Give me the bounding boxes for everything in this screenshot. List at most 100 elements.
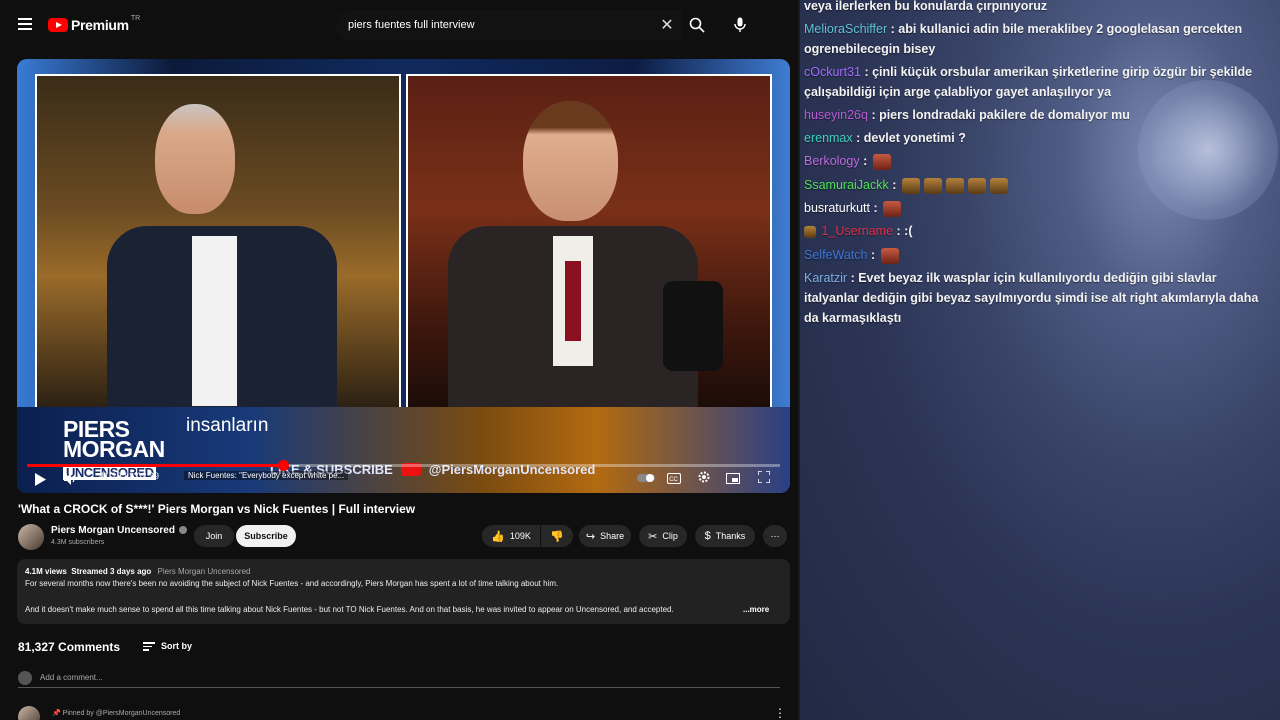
like-button[interactable]: 👍 109K [482, 525, 540, 547]
pinned-comment: 📌 Pinned by @PiersMorganUncensored ⋮ [18, 706, 786, 720]
chat-text: : [873, 201, 878, 215]
description-line-2: And it doesn't make much sense to spend … [25, 605, 674, 614]
divider [798, 0, 800, 720]
add-comment-placeholder[interactable]: Add a comment... [40, 673, 103, 682]
verified-icon [178, 526, 187, 535]
chat-username[interactable]: cOckurt31 [804, 65, 861, 79]
thanks-button[interactable]: $ Thanks [695, 525, 755, 547]
search-box[interactable]: piers fuentes full interview ✕ [336, 10, 682, 40]
description-line-1: For several months now there's been no a… [25, 579, 559, 588]
chat-username[interactable]: huseyin26q [804, 108, 868, 122]
channel-tag[interactable]: Piers Morgan Uncensored [158, 567, 251, 576]
chat-text: : çinli küçük orsbular amerikan şirketle… [804, 65, 1253, 99]
channel-name-text[interactable]: Piers Morgan Uncensored [51, 525, 175, 536]
stream-date: Streamed 3 days ago [71, 567, 152, 576]
chat-username[interactable]: Berkology [804, 154, 860, 168]
chat-username[interactable]: MelioraSchiffer [804, 22, 887, 36]
subscriber-count: 4.3M subscribers [51, 539, 105, 546]
emote-icon [989, 177, 1008, 194]
emote-icon [901, 177, 920, 194]
chat-message: SsamuraiJackk : [804, 175, 1274, 195]
chat-username[interactable]: SelfeWatch [804, 248, 867, 262]
chat-text: : [870, 248, 876, 262]
chat-overlay: veya ilerlerken bu konularda çırpınıyoru… [798, 0, 1280, 720]
settings-button[interactable] [695, 468, 713, 486]
chat-message: erenmax : devlet yonetimi ? [804, 128, 1274, 148]
emote-icon [880, 247, 899, 264]
thanks-icon: $ [704, 530, 711, 542]
like-count: 109K [509, 531, 531, 541]
description-box[interactable]: 4.1M views Streamed 3 days ago Piers Mor… [17, 559, 790, 624]
miniplayer-icon [726, 472, 740, 484]
description-meta: 4.1M views Streamed 3 days ago Piers Mor… [25, 567, 250, 576]
captions-icon: CC [667, 472, 681, 484]
volume-button[interactable] [62, 470, 80, 488]
comment-menu-icon[interactable]: ⋮ [774, 706, 786, 720]
chat-message: huseyin26q : piers londradaki pakilere d… [804, 105, 1274, 125]
menu-icon[interactable] [18, 18, 32, 30]
show-logo-line2: MORGAN [63, 436, 165, 462]
autoplay-icon [637, 474, 655, 482]
emote-icon [872, 153, 891, 170]
chat-username[interactable]: SsamuraiJackk [804, 178, 889, 192]
youtube-pane: Premium TR piers fuentes full interview … [0, 0, 798, 720]
add-comment-field[interactable]: Add a comment... [18, 671, 780, 688]
thanks-label: Thanks [715, 531, 746, 541]
channel-avatar[interactable] [18, 524, 44, 550]
fullscreen-button[interactable] [755, 468, 773, 486]
top-bar: Premium TR piers fuentes full interview … [0, 0, 798, 50]
chat-username[interactable]: 1_Username [821, 224, 893, 238]
pin-icon: 📌 [52, 710, 61, 717]
sort-label: Sort by [161, 641, 193, 652]
emote-icon [883, 200, 902, 217]
play-icon [35, 472, 46, 486]
chat-text: veya ilerlerken bu konularda çırpınıyoru… [804, 0, 1048, 13]
chapter-title[interactable]: Nick Fuentes: "Everybody except white pe… [184, 471, 349, 480]
chat-message: SelfeWatch : [804, 245, 1274, 265]
pinned-label-text: Pinned by @PiersMorganUncensored [62, 710, 181, 717]
play-button[interactable] [31, 470, 49, 488]
share-label: Share [600, 531, 625, 541]
join-button[interactable]: Join [194, 525, 234, 547]
video-frame-guest [406, 74, 772, 411]
subtitle-caption: insanların [186, 415, 269, 436]
scrubber-handle[interactable] [278, 460, 290, 471]
volume-icon [64, 473, 75, 485]
dislike-button[interactable]: 👎 [541, 525, 573, 547]
subscribe-button[interactable]: Subscribe [236, 525, 296, 547]
progress-bar[interactable] [27, 460, 780, 471]
search-button[interactable] [680, 10, 714, 40]
search-input[interactable]: piers fuentes full interview [348, 19, 652, 31]
pinned-comment-avatar[interactable] [18, 706, 40, 720]
sort-icon [143, 640, 155, 653]
clear-search-icon[interactable]: ✕ [652, 15, 682, 35]
thumbs-down-icon: 👎 [550, 530, 564, 543]
miniplayer-button[interactable] [724, 470, 742, 486]
host-head [155, 104, 235, 214]
clip-button[interactable]: ✂ Clip [639, 525, 687, 547]
video-player[interactable]: PIERS MORGAN UNCENSORED insanların LIKE … [17, 59, 790, 493]
voice-search-button[interactable] [726, 10, 754, 40]
show-more-link[interactable]: ...more [743, 605, 769, 614]
chat-message: cOckurt31 : çinli küçük orsbular amerika… [804, 62, 1274, 102]
autoplay-toggle[interactable] [636, 470, 656, 486]
chat-message: Karatzir : Evet beyaz ilk wasplar için k… [804, 268, 1274, 328]
youtube-logo[interactable]: Premium TR [48, 14, 141, 33]
more-icon: ⋯ [770, 530, 780, 541]
chat-text: : :( [896, 224, 913, 238]
chat-username[interactable]: Karatzir [804, 271, 847, 285]
chat-username[interactable]: erenmax [804, 131, 853, 145]
progress-fill [27, 464, 284, 467]
channel-name[interactable]: Piers Morgan Uncensored [51, 525, 187, 536]
guest-head [523, 101, 618, 221]
sort-by-button[interactable]: Sort by [143, 640, 192, 653]
mic-icon [734, 17, 746, 32]
share-button[interactable]: ↪ Share [579, 525, 631, 547]
emote-icon [923, 177, 942, 194]
more-actions-button[interactable]: ⋯ [763, 525, 787, 547]
logo-region: TR [130, 14, 141, 22]
chat-username[interactable]: busraturkutt [804, 201, 870, 215]
captions-button[interactable]: CC [665, 470, 683, 486]
view-count: 4.1M views [25, 567, 67, 576]
pinned-label: 📌 Pinned by @PiersMorganUncensored [52, 709, 180, 717]
